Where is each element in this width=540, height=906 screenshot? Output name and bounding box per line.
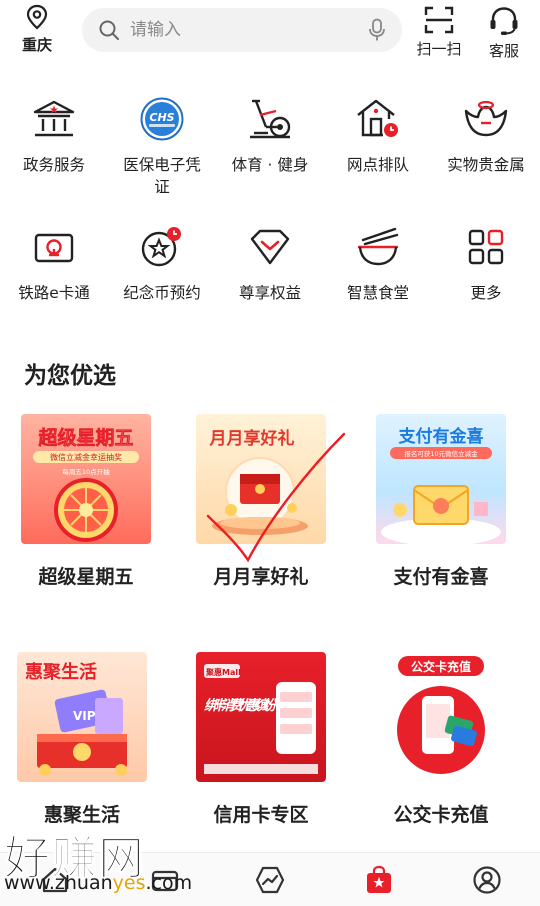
nav-item-profile[interactable] <box>472 865 502 899</box>
service-label: 尊享权益 <box>238 284 301 302</box>
section-title: 为您优选 <box>24 363 116 389</box>
search-icon <box>99 20 119 40</box>
card-banner-sub: 聚惠Mall <box>205 667 241 677</box>
card-label[interactable]: 超级星期五 <box>0 562 176 589</box>
commemorative-coin-icon <box>141 227 181 267</box>
life-bag-icon <box>367 865 391 893</box>
headset-icon <box>490 7 518 35</box>
top-header: 重庆 扫一扫 客服 <box>0 0 540 70</box>
service-label: 实物贵金属 <box>447 156 525 174</box>
promo-card-credit-card[interactable]: 聚惠Mall 绑卡消费 优惠缤纷 <box>196 652 326 782</box>
branch-queue-icon <box>357 99 398 137</box>
watermark-url-part: .com <box>145 872 193 894</box>
scan-icon <box>424 6 454 34</box>
service-label: 体育 · 健身 <box>231 156 309 174</box>
service-item-exclusive-benefits[interactable]: 尊享权益 <box>216 222 324 304</box>
canteen-bowl-icon <box>358 227 399 266</box>
nav-item-wealth[interactable] <box>255 865 285 899</box>
card-banner-title: 超级星期五 <box>37 426 133 449</box>
service-item-commemorative-coin[interactable]: 纪念币预约 <box>108 222 216 304</box>
customer-service-button[interactable]: 客服 <box>476 6 532 61</box>
service-label: 更多 <box>470 284 502 302</box>
watermark-url-part: yes <box>112 872 146 894</box>
card-banner-title: 绑卡消费 优惠缤纷 <box>204 697 278 714</box>
diamond-benefits-icon <box>250 229 290 265</box>
service-item-medical-insurance[interactable]: CHS 医保电子凭证 <box>108 94 216 198</box>
promo-card-bus-card-recharge[interactable]: 公交卡充值 <box>376 652 506 782</box>
watermark-url-part: www.zhuan <box>4 872 113 894</box>
service-label: 客服 <box>488 42 519 60</box>
wealth-trend-icon <box>255 866 285 894</box>
card-banner-title: 公交卡充值 <box>411 659 471 674</box>
card-banner-sub: 报名可获10元微信立减金 <box>404 449 478 458</box>
chs-medical-insurance-logo: CHS <box>140 97 184 141</box>
card-vip-text: VIP <box>73 709 96 723</box>
service-item-government[interactable]: 政务服务 <box>0 94 108 176</box>
service-label: 纪念币预约 <box>123 284 201 302</box>
service-item-more[interactable]: 更多 <box>432 222 540 304</box>
nav-item-life[interactable] <box>364 865 394 899</box>
promo-card-super-friday[interactable]: 超级星期五 微信立减金幸运抽奖 每周五10点开抽 <box>21 414 151 544</box>
card-banner-title: 惠聚生活 <box>25 661 97 683</box>
service-item-branch-queue[interactable]: 网点排队 <box>324 94 432 176</box>
super-friday-banner-image: 超级星期五 微信立减金幸运抽奖 每周五10点开抽 <box>33 426 139 542</box>
bus-card-banner-image: 公交卡充值 <box>397 656 485 774</box>
search-input[interactable] <box>130 14 360 46</box>
service-label: 智慧食堂 <box>346 284 409 302</box>
credit-card-banner-image: 聚惠Mall 绑卡消费 优惠缤纷 <box>204 664 318 774</box>
scan-button[interactable]: 扫一扫 <box>411 6 467 59</box>
service-label: 医保电子凭证 <box>123 156 201 196</box>
card-label[interactable]: 月月享好礼 <box>171 562 351 589</box>
more-grid-icon <box>468 229 504 265</box>
site-watermark: 好赚网 www.zhuanyes.com <box>4 822 193 895</box>
government-building-icon <box>33 100 75 137</box>
red-checkmark-annotation <box>206 432 346 563</box>
location-label: 重庆 <box>21 36 52 54</box>
service-item-precious-metals[interactable]: 实物贵金属 <box>432 94 540 176</box>
service-item-fitness[interactable]: 体育 · 健身 <box>216 94 324 176</box>
service-label: 政务服务 <box>22 156 85 174</box>
scan-label: 扫一扫 <box>416 40 462 58</box>
card-banner-title: 支付有金喜 <box>399 426 484 447</box>
card-label[interactable]: 信用卡专区 <box>171 800 351 827</box>
gold-ingot-icon <box>464 100 508 137</box>
service-item-smart-canteen[interactable]: 智慧食堂 <box>324 222 432 304</box>
profile-icon <box>473 866 501 894</box>
microphone-icon[interactable] <box>368 18 386 42</box>
card-label[interactable]: 公交卡充值 <box>351 800 531 827</box>
card-banner-sub2: 每周五10点开抽 <box>62 467 110 476</box>
promo-card-pay-gold[interactable]: 支付有金喜 报名可获10元微信立减金 <box>376 414 506 544</box>
hui-ju-life-banner-image: 惠聚生活 VIP <box>25 661 127 776</box>
card-banner-sub: 微信立减金幸运抽奖 <box>50 452 122 462</box>
railway-card-icon <box>34 233 74 263</box>
location-selector[interactable]: 重庆 <box>14 4 60 55</box>
watermark-url: www.zhuanyes.com <box>4 872 192 894</box>
search-bar[interactable] <box>82 8 402 52</box>
elliptical-trainer-icon <box>250 99 291 139</box>
service-label: 网点排队 <box>346 156 409 174</box>
chs-logo-text: CHS <box>149 111 174 124</box>
card-label[interactable]: 支付有金喜 <box>351 562 531 589</box>
service-item-railway-card[interactable]: 铁路e卡通 <box>0 222 108 304</box>
promo-card-hui-ju-life[interactable]: 惠聚生活 VIP <box>17 652 147 782</box>
service-label: 铁路e卡通 <box>18 284 90 302</box>
pay-gold-banner-image: 支付有金喜 报名可获10元微信立减金 <box>381 426 501 544</box>
location-pin-icon <box>26 4 48 30</box>
